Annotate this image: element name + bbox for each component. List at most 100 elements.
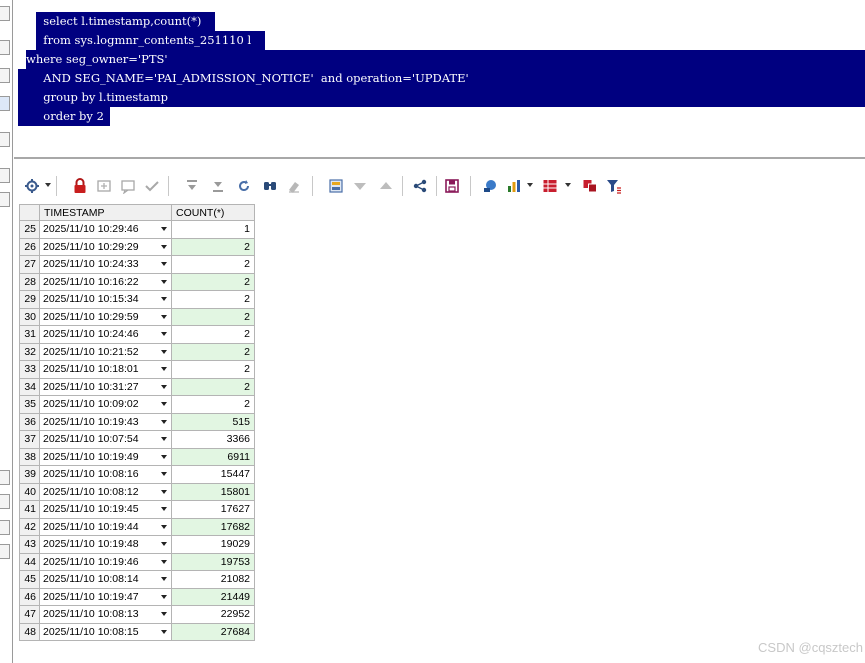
timestamp-cell[interactable]: 2025/11/10 10:08:13: [39, 605, 172, 624]
chevron-down-icon[interactable]: [161, 384, 167, 389]
gutter-button[interactable]: [0, 132, 10, 147]
timestamp-cell[interactable]: 2025/11/10 10:19:48: [39, 535, 172, 554]
count-cell[interactable]: 17682: [171, 517, 255, 536]
row-number[interactable]: 26: [19, 237, 40, 256]
timestamp-cell[interactable]: 2025/11/10 10:08:12: [39, 482, 172, 501]
count-cell[interactable]: 15801: [171, 482, 255, 501]
count-cell[interactable]: 2: [171, 307, 255, 326]
link-icon[interactable]: [412, 178, 428, 194]
timestamp-cell[interactable]: 2025/11/10 10:16:22: [39, 272, 172, 291]
row-number[interactable]: 46: [19, 587, 40, 606]
gutter-button[interactable]: [0, 494, 10, 509]
gutter-button[interactable]: [0, 68, 10, 83]
count-cell[interactable]: 1: [171, 220, 255, 239]
chevron-down-icon[interactable]: [161, 594, 167, 599]
timestamp-cell[interactable]: 2025/11/10 10:07:54: [39, 430, 172, 449]
table-row[interactable]: 25 2025/11/10 10:29:46 1: [19, 220, 255, 239]
row-number[interactable]: 48: [19, 622, 40, 641]
export-icon[interactable]: [482, 178, 498, 194]
find-icon[interactable]: [262, 178, 278, 194]
count-cell[interactable]: 22952: [171, 605, 255, 624]
sort-asc-icon[interactable]: [378, 178, 394, 194]
table-row[interactable]: 28 2025/11/10 10:16:22 2: [19, 272, 255, 291]
chevron-down-icon[interactable]: [161, 227, 167, 231]
count-cell[interactable]: 17627: [171, 500, 255, 519]
timestamp-cell[interactable]: 2025/11/10 10:19:44: [39, 517, 172, 536]
chevron-down-icon[interactable]: [527, 183, 533, 187]
chevron-down-icon[interactable]: [161, 262, 167, 266]
last-record-icon[interactable]: [210, 178, 226, 194]
timestamp-cell[interactable]: 2025/11/10 10:08:15: [39, 622, 172, 641]
gutter-button[interactable]: [0, 520, 10, 535]
table-row[interactable]: 33 2025/11/10 10:18:01 2: [19, 360, 255, 379]
table-row[interactable]: 35 2025/11/10 10:09:02 2: [19, 395, 255, 414]
timestamp-cell[interactable]: 2025/11/10 10:19:47: [39, 587, 172, 606]
table-row[interactable]: 39 2025/11/10 10:08:16 15447: [19, 465, 255, 484]
count-cell[interactable]: 2: [171, 272, 255, 291]
row-number[interactable]: 25: [19, 220, 40, 239]
chevron-down-icon[interactable]: [161, 297, 167, 301]
count-cell[interactable]: 19753: [171, 552, 255, 571]
table-row[interactable]: 38 2025/11/10 10:19:49 6911: [19, 447, 255, 466]
timestamp-cell[interactable]: 2025/11/10 10:19:49: [39, 447, 172, 466]
timestamp-cell[interactable]: 2025/11/10 10:24:33: [39, 255, 172, 274]
compare-icon[interactable]: [582, 178, 598, 194]
timestamp-cell[interactable]: 2025/11/10 10:29:46: [39, 220, 172, 239]
chevron-down-icon[interactable]: [161, 507, 167, 511]
count-cell[interactable]: 515: [171, 412, 255, 431]
chevron-down-icon[interactable]: [161, 454, 167, 459]
table-row[interactable]: 26 2025/11/10 10:29:29 2: [19, 237, 255, 256]
row-number[interactable]: 32: [19, 342, 40, 361]
timestamp-cell[interactable]: 2025/11/10 10:31:27: [39, 377, 172, 396]
chevron-down-icon[interactable]: [565, 183, 571, 187]
table-row[interactable]: 46 2025/11/10 10:19:47 21449: [19, 587, 255, 606]
grid-corner[interactable]: [19, 204, 40, 221]
chevron-down-icon[interactable]: [161, 472, 167, 476]
count-cell[interactable]: 21082: [171, 570, 255, 589]
column-header-count[interactable]: COUNT(*): [171, 204, 255, 221]
row-number[interactable]: 43: [19, 535, 40, 554]
table-row[interactable]: 30 2025/11/10 10:29:59 2: [19, 307, 255, 326]
row-number[interactable]: 42: [19, 517, 40, 536]
row-number[interactable]: 36: [19, 412, 40, 431]
row-number[interactable]: 38: [19, 447, 40, 466]
chevron-down-icon[interactable]: [161, 577, 167, 581]
count-cell[interactable]: 2: [171, 290, 255, 309]
chevron-down-icon[interactable]: [161, 542, 167, 546]
gutter-pin-icon[interactable]: [0, 96, 10, 111]
row-number[interactable]: 44: [19, 552, 40, 571]
table-row[interactable]: 27 2025/11/10 10:24:33 2: [19, 255, 255, 274]
query-by-example-icon[interactable]: [328, 178, 344, 194]
row-number[interactable]: 34: [19, 377, 40, 396]
filter-icon[interactable]: [606, 178, 622, 194]
timestamp-cell[interactable]: 2025/11/10 10:08:14: [39, 570, 172, 589]
table-row[interactable]: 29 2025/11/10 10:15:34 2: [19, 290, 255, 309]
row-number[interactable]: 27: [19, 255, 40, 274]
timestamp-cell[interactable]: 2025/11/10 10:09:02: [39, 395, 172, 414]
table-row[interactable]: 40 2025/11/10 10:08:12 15801: [19, 482, 255, 501]
count-cell[interactable]: 15447: [171, 465, 255, 484]
row-number[interactable]: 29: [19, 290, 40, 309]
count-cell[interactable]: 2: [171, 395, 255, 414]
chevron-down-icon[interactable]: [161, 332, 167, 336]
count-cell[interactable]: 6911: [171, 447, 255, 466]
chevron-down-icon[interactable]: [161, 629, 167, 634]
add-record-icon[interactable]: [96, 178, 112, 194]
count-cell[interactable]: 2: [171, 360, 255, 379]
timestamp-cell[interactable]: 2025/11/10 10:15:34: [39, 290, 172, 309]
count-cell[interactable]: 27684: [171, 622, 255, 641]
sql-editor[interactable]: select l.timestamp,count(*) from sys.log…: [14, 0, 865, 159]
gutter-button[interactable]: [0, 168, 10, 183]
row-number[interactable]: 39: [19, 465, 40, 484]
clear-icon[interactable]: [286, 178, 302, 194]
table-row[interactable]: 48 2025/11/10 10:08:15 27684: [19, 622, 255, 641]
chevron-down-icon[interactable]: [161, 349, 167, 354]
chevron-down-icon[interactable]: [45, 183, 51, 187]
chevron-down-icon[interactable]: [161, 314, 167, 319]
table-row[interactable]: 34 2025/11/10 10:31:27 2: [19, 377, 255, 396]
gutter-button[interactable]: [0, 544, 10, 559]
chevron-down-icon[interactable]: [161, 367, 167, 371]
count-cell[interactable]: 2: [171, 237, 255, 256]
row-number[interactable]: 41: [19, 500, 40, 519]
row-number[interactable]: 40: [19, 482, 40, 501]
